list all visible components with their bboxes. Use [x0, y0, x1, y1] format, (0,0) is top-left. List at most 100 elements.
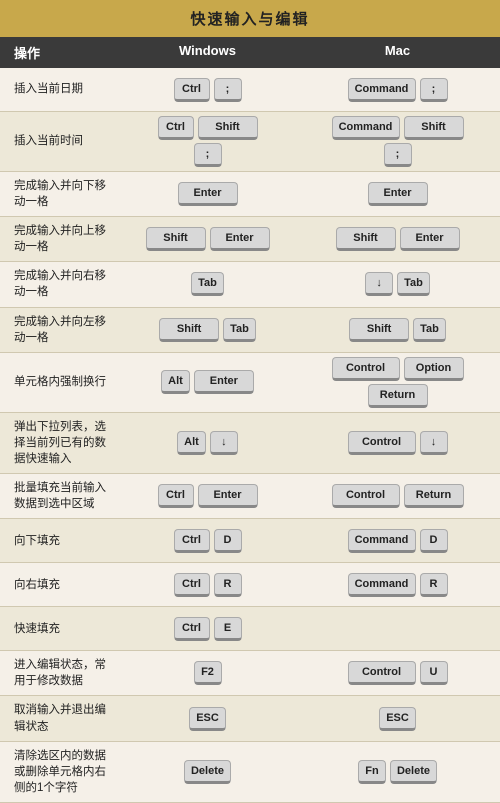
op-cell: 取消输入并退出编辑状态 [0, 696, 120, 740]
key-badge: ESC [189, 707, 226, 731]
mac-cell: CommandD [295, 525, 500, 557]
key-badge: Enter [400, 227, 460, 251]
key-badge: ↓ [420, 431, 448, 455]
win-cell: Alt↓ [120, 427, 295, 459]
win-cell: ESC [120, 703, 295, 735]
table-row: 插入当前日期Ctrl; Command; [0, 68, 500, 112]
win-cell: ShiftTab [120, 314, 295, 346]
table-row: 进入编辑状态，常用于修改数据 F2 ControlU [0, 651, 500, 696]
key-badge: Return [368, 384, 428, 408]
key-badge: Delete [390, 760, 437, 784]
table-row: 快速填充CtrlE [0, 607, 500, 651]
mac-cell: ControlU [295, 657, 500, 689]
key-badge: Control [348, 431, 416, 455]
table-row: 插入当前时间CtrlShift;CommandShift; [0, 112, 500, 172]
table-row: 完成输入并向上移动一格ShiftEnterShiftEnter [0, 217, 500, 262]
key-badge: Control [348, 661, 416, 685]
win-cell: CtrlR [120, 569, 295, 601]
key-badge: ; [214, 78, 242, 102]
key-badge: Alt [177, 431, 206, 455]
mac-cell: Enter [295, 178, 500, 210]
win-cell: Tab [120, 268, 295, 300]
mac-cell: ShiftEnter [295, 223, 500, 255]
table-row: 取消输入并退出编辑状态 ESC ESC [0, 696, 500, 741]
op-cell: 进入编辑状态，常用于修改数据 [0, 651, 120, 695]
key-badge: Shift [349, 318, 409, 342]
header-win: Windows [120, 43, 295, 62]
win-cell: CtrlEnter [120, 480, 295, 512]
key-badge: Control [332, 357, 400, 381]
mac-cell: ShiftTab [295, 314, 500, 346]
mac-cell [295, 625, 500, 633]
table-row: 单元格内强制换行AltEnterControlOptionReturn [0, 353, 500, 413]
mac-cell: ControlReturn [295, 480, 500, 512]
key-badge: Enter [194, 370, 254, 394]
op-cell: 单元格内强制换行 [0, 368, 120, 396]
key-badge: R [420, 573, 448, 597]
key-badge: F2 [194, 661, 222, 685]
win-cell: Enter [120, 178, 295, 210]
key-badge: Ctrl [174, 573, 210, 597]
key-badge: Ctrl [158, 484, 194, 508]
key-badge: Ctrl [158, 116, 194, 140]
op-cell: 批量填充当前输入数据到选中区域 [0, 474, 120, 518]
op-cell: 完成输入并向上移动一格 [0, 217, 120, 261]
table-row: 向右填充CtrlRCommandR [0, 563, 500, 607]
mac-cell: ↓Tab [295, 268, 500, 300]
key-badge: U [420, 661, 448, 685]
op-cell: 插入当前日期 [0, 75, 120, 103]
key-badge: ; [384, 143, 412, 167]
title-bar: 快速输入与编辑 [0, 0, 500, 37]
key-badge: D [420, 529, 448, 553]
key-badge: R [214, 573, 242, 597]
key-badge: Option [404, 357, 464, 381]
op-cell: 完成输入并向左移动一格 [0, 308, 120, 352]
mac-cell: FnDelete [295, 756, 500, 788]
key-badge: Shift [404, 116, 464, 140]
op-cell: 向右填充 [0, 571, 120, 599]
key-badge: Enter [178, 182, 238, 206]
header-row: 操作 Windows Mac [0, 37, 500, 68]
key-badge: Ctrl [174, 529, 210, 553]
op-cell: 快速填充 [0, 615, 120, 643]
win-cell: Ctrl; [120, 74, 295, 106]
key-badge: Alt [161, 370, 190, 394]
mac-cell: CommandShift; [295, 112, 500, 171]
key-badge: Command [332, 116, 400, 140]
table-row: 清除选区内的数据或删除单元格内右侧的1个字符DeleteFnDelete [0, 742, 500, 803]
key-badge: Shift [336, 227, 396, 251]
table-row: 向下填充CtrlDCommandD [0, 519, 500, 563]
header-op: 操作 [0, 43, 120, 62]
key-badge: D [214, 529, 242, 553]
key-badge: Tab [397, 272, 430, 296]
key-badge: Control [332, 484, 400, 508]
key-badge: Fn [358, 760, 386, 784]
key-badge: Enter [368, 182, 428, 206]
op-cell: 插入当前时间 [0, 127, 120, 155]
win-cell: CtrlE [120, 613, 295, 645]
mac-cell: ESC [295, 703, 500, 735]
table-row: 完成输入并向左移动一格ShiftTabShiftTab [0, 308, 500, 353]
key-badge: Enter [210, 227, 270, 251]
win-cell: Delete [120, 756, 295, 788]
key-badge: Ctrl [174, 617, 210, 641]
table-row: 完成输入并向下移动一格EnterEnter [0, 172, 500, 217]
key-badge: Command [348, 529, 416, 553]
win-cell: CtrlD [120, 525, 295, 557]
key-badge: Return [404, 484, 464, 508]
win-cell: CtrlShift; [120, 112, 295, 171]
op-cell: 清除选区内的数据或删除单元格内右侧的1个字符 [0, 742, 120, 802]
table-row: 完成输入并向右移动一格Tab↓Tab [0, 262, 500, 307]
key-badge: ESC [379, 707, 416, 731]
op-cell: 弹出下拉列表，选择当前列已有的数据快速输入 [0, 413, 120, 473]
key-badge: Shift [198, 116, 258, 140]
op-cell: 完成输入并向右移动一格 [0, 262, 120, 306]
key-badge: Enter [198, 484, 258, 508]
win-cell: AltEnter [120, 366, 295, 398]
win-cell: ShiftEnter [120, 223, 295, 255]
win-cell: F2 [120, 657, 295, 689]
mac-cell: Control↓ [295, 427, 500, 459]
key-badge: ↓ [365, 272, 393, 296]
key-badge: Command [348, 78, 416, 102]
table-row: 弹出下拉列表，选择当前列已有的数据快速输入Alt↓Control↓ [0, 413, 500, 474]
